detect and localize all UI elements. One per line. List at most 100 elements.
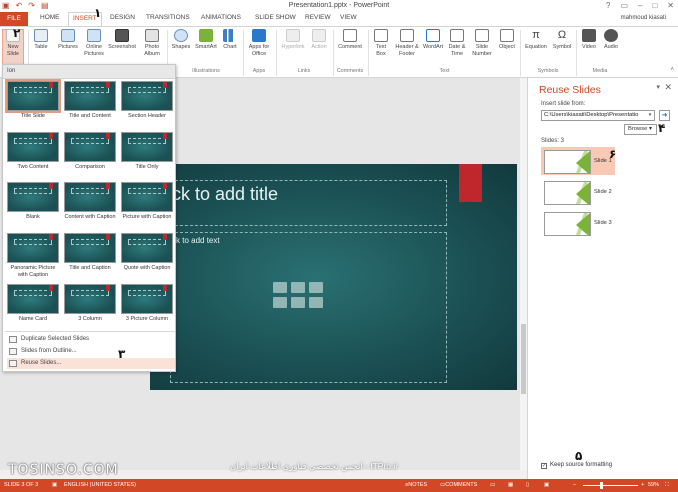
fit-slide-icon[interactable]: ⛶ [665, 479, 669, 492]
photo-album-button[interactable]: Photo Album [139, 29, 165, 58]
layout-name-card[interactable]: Name Card [7, 284, 59, 323]
duplicate-selected-slides-item[interactable]: Duplicate Selected Slides [7, 334, 175, 345]
slide-sorter-icon[interactable]: ▦ [508, 479, 513, 492]
comment-button[interactable]: Comment [335, 29, 365, 51]
layout-title-and-caption[interactable]: Title and Caption [64, 233, 116, 272]
pane-close-icon[interactable]: ✕ [664, 82, 672, 93]
tab-design[interactable]: DESIGN [110, 14, 135, 21]
layout-title-only[interactable]: Title Only [121, 132, 173, 171]
layout-thumbnail [121, 132, 173, 162]
reuse-slides-item[interactable]: Reuse Slides... [7, 358, 175, 369]
normal-view-icon[interactable]: ▭ [490, 479, 495, 492]
header-footer-button[interactable]: Header & Footer [394, 29, 420, 58]
table-button[interactable]: Table [31, 29, 51, 51]
audio-button[interactable]: Audio [601, 29, 621, 51]
help-icon[interactable]: ? [606, 1, 610, 10]
zoom-slider-knob[interactable] [600, 482, 603, 489]
insert-picture-icon[interactable] [273, 297, 287, 308]
go-arrow-button[interactable]: ➜ [659, 110, 670, 121]
zoom-level[interactable]: 59% [648, 479, 659, 492]
chart-button[interactable]: Chart [220, 29, 240, 51]
reuse-slide-2[interactable]: Slide 2 [541, 178, 615, 206]
scroll-thumb[interactable] [521, 324, 526, 394]
language-indicator[interactable]: ENGLISH (UNITED STATES) [64, 479, 136, 492]
layout-title-slide[interactable]: Title Slide [5, 79, 61, 120]
symbol-button[interactable]: Ω Symbol [551, 29, 573, 51]
tab-home[interactable]: HOME [40, 14, 60, 21]
video-button[interactable]: Video [579, 29, 599, 51]
layout-section-header[interactable]: Section Header [121, 81, 173, 120]
tab-view[interactable]: VIEW [340, 14, 357, 21]
layout-content-with-caption[interactable]: Content with Caption [64, 182, 116, 221]
layout-quote-with-caption[interactable]: Quote with Caption [121, 233, 173, 272]
tab-transitions[interactable]: TRANSITIONS [146, 14, 190, 21]
tab-slide-show[interactable]: SLIDE SHOW [255, 14, 296, 21]
text-box-icon [374, 29, 388, 42]
minimize-icon[interactable]: – [638, 1, 642, 10]
layout-picture-with-caption[interactable]: Picture with Caption [121, 182, 173, 221]
layout-title-and-content[interactable]: Title and Content [64, 81, 116, 120]
maximize-icon[interactable]: □ [652, 1, 657, 10]
smartart-icon [199, 29, 213, 42]
object-button[interactable]: Object [496, 29, 518, 51]
tab-review[interactable]: REVIEW [305, 14, 331, 21]
reuse-slide-1[interactable]: Slide 1 [541, 147, 615, 175]
smartart-button[interactable]: SmartArt [193, 29, 219, 51]
slideshow-icon[interactable]: ▣ [544, 479, 549, 492]
insert-smartart-icon[interactable] [309, 282, 323, 293]
omega-icon: Ω [555, 29, 569, 42]
tab-file[interactable]: FILE [0, 12, 28, 26]
zoom-out-icon[interactable]: – [573, 479, 576, 492]
group-apps: Apps [252, 68, 266, 74]
layout-3-picture-column[interactable]: 3 Picture Column [121, 284, 173, 323]
reuse-slides-pane: Reuse Slides ▾ ✕ Insert slide from: C:\U… [527, 78, 678, 479]
wordart-button[interactable]: WordArt [421, 29, 445, 51]
equation-button[interactable]: π Equation [522, 29, 550, 51]
apps-for-office-button[interactable]: Apps for Office [246, 29, 272, 58]
reading-view-icon[interactable]: ▯ [526, 479, 529, 492]
text-box-button[interactable]: Text Box [371, 29, 391, 58]
layout-blank[interactable]: Blank [7, 182, 59, 221]
vertical-scrollbar[interactable] [520, 78, 527, 470]
close-icon[interactable]: ✕ [667, 1, 674, 10]
collapse-ribbon-icon[interactable]: ˄ [670, 67, 674, 73]
layout-3-column[interactable]: 3 Column [64, 284, 116, 323]
outline-icon [9, 348, 17, 355]
zoom-slider[interactable] [583, 485, 638, 486]
chevron-down-icon[interactable]: ▾ [646, 111, 654, 120]
user-name[interactable]: mahmoud kiasati [621, 15, 666, 21]
current-slide[interactable]: ck to add title ck to add text [150, 164, 517, 390]
insert-table-icon[interactable] [273, 282, 287, 293]
insert-online-picture-icon[interactable] [291, 297, 305, 308]
action-button[interactable]: Action [308, 29, 330, 51]
insert-from-path-field[interactable]: C:\Users\kiasati\Desktop\Presentatio ▾ [541, 110, 655, 121]
pictures-button[interactable]: Pictures [56, 29, 80, 51]
keep-source-checkbox[interactable]: ✓ [541, 463, 547, 469]
pane-options-icon[interactable]: ▾ [656, 83, 660, 91]
new-slide-layout-menu: Ion Title Slide Title and Content Sectio… [2, 64, 176, 372]
slide-number-button[interactable]: Slide Number [469, 29, 495, 58]
shapes-button[interactable]: Shapes [170, 29, 192, 51]
layout-two-content[interactable]: Two Content [7, 132, 59, 171]
zoom-in-icon[interactable]: + [641, 479, 644, 492]
online-pictures-button[interactable]: Online Pictures [82, 29, 106, 58]
layout-comparison[interactable]: Comparison [64, 132, 116, 171]
reuse-slide-3[interactable]: Slide 3 [541, 209, 615, 237]
layout-panoramic-picture-with-caption[interactable]: Panoramic Picture with Caption [7, 233, 59, 279]
online-pictures-icon [87, 29, 101, 42]
date-time-button[interactable]: Date & Time [446, 29, 468, 58]
hyperlink-button[interactable]: Hyperlink [279, 29, 307, 51]
slides-from-outline-item[interactable]: Slides from Outline... [7, 346, 175, 357]
browse-dropdown[interactable]: Browse ▾ [624, 124, 657, 135]
tab-animations[interactable]: ANIMATIONS [201, 14, 241, 21]
insert-video-icon[interactable] [309, 297, 323, 308]
ribbon-display-icon[interactable]: ▭ [620, 1, 628, 10]
spelling-icon[interactable]: ▣ [52, 479, 57, 492]
wordart-icon [426, 29, 440, 42]
comments-button[interactable]: ▭ COMMENTS [440, 479, 477, 492]
ribbon-separator [368, 30, 369, 76]
notes-button[interactable]: ≡ NOTES [405, 479, 427, 492]
keep-source-formatting[interactable]: ✓ Keep source formatting [541, 462, 612, 469]
screenshot-button[interactable]: Screenshot [107, 29, 137, 51]
insert-chart-icon[interactable] [291, 282, 305, 293]
